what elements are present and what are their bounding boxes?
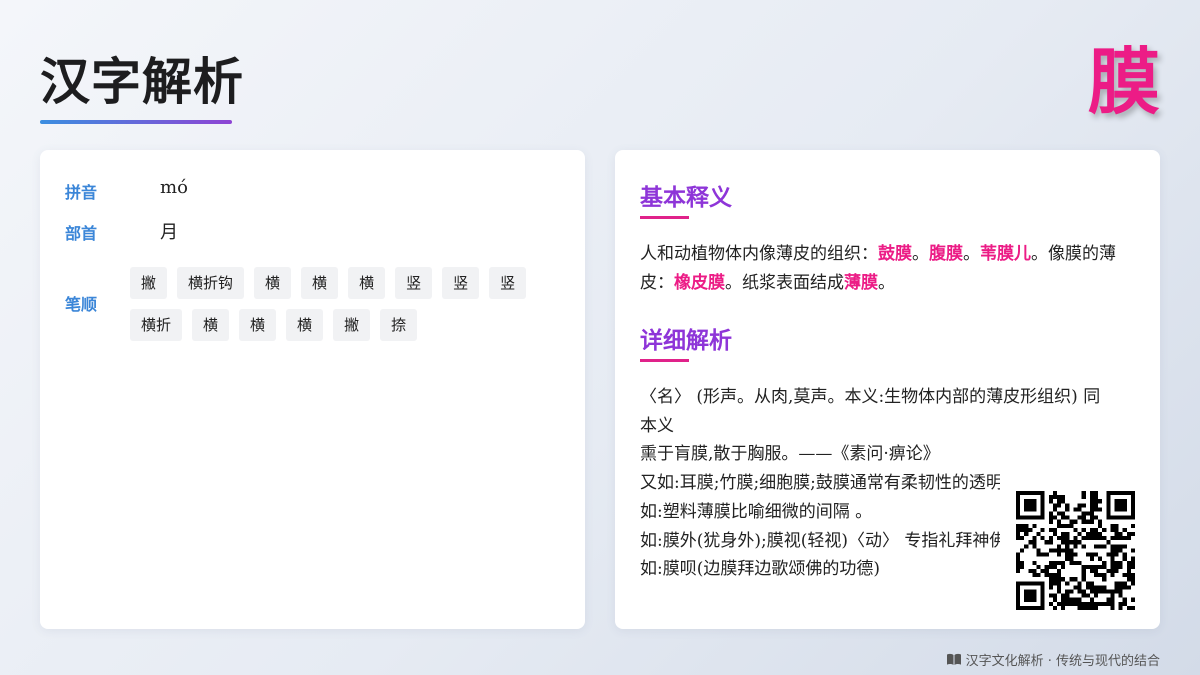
stroke-order: 撇横折钩横横横竖竖竖 横折横横横撇捺 <box>130 267 550 351</box>
stroke-chip: 横折 <box>130 309 183 341</box>
footer: 汉字文化解析 · 传统与现代的结合 <box>946 650 1160 669</box>
detail-line: 熏于肓膜,散于胸服。——《素问·痹论》 <box>640 444 940 465</box>
info-card: 拼音 mó 部首 月 笔顺 撇横折钩横横横竖竖竖 横折横横横撇捺 <box>40 150 585 629</box>
basic-meaning-text: 人和动植物体内像薄皮的组织：鼓膜。腹膜。苇膜儿。像膜的薄皮：橡皮膜。纸浆表面结成… <box>640 244 1116 293</box>
section-underline <box>640 359 689 362</box>
stroke-row: 撇横折钩横横横竖竖竖 <box>130 267 550 299</box>
basic-meaning-title: 基本释义 <box>640 184 732 211</box>
detail-title: 详细解析 <box>640 327 732 354</box>
stroke-chip: 横 <box>192 309 230 341</box>
qr-code[interactable] <box>1016 491 1135 610</box>
definition-card: 基本释义 人和动植物体内像薄皮的组织：鼓膜。腹膜。苇膜儿。像膜的薄皮：橡皮膜。纸… <box>615 150 1160 629</box>
stroke-chip: 撇 <box>333 309 371 341</box>
stroke-chip: 横 <box>286 309 324 341</box>
stroke-chip: 竖 <box>395 267 433 299</box>
stroke-row: 横折横横横撇捺 <box>130 309 550 341</box>
page-title: 汉字解析 <box>40 52 244 111</box>
stroke-chip: 横折钩 <box>177 267 245 299</box>
stroke-chip: 横 <box>301 267 339 299</box>
stroke-chip: 横 <box>348 267 386 299</box>
stroke-chip: 竖 <box>442 267 480 299</box>
footer-text: 汉字文化解析 · 传统与现代的结合 <box>965 654 1160 669</box>
stroke-chip: 捺 <box>380 309 418 341</box>
detail-line: 〈名〉 (形声。从肉,莫声。本义:生物体内部的薄皮形组织) 同 <box>640 387 1101 407</box>
stroke-chip: 横 <box>239 309 277 341</box>
radical-value: 月 <box>160 222 178 243</box>
stroke-chip: 撇 <box>130 267 168 299</box>
detail-line: 本义 <box>640 415 674 436</box>
detail-line: 又如:耳膜;竹膜;细胞膜;鼓膜通常有柔韧性的透明薄层 <box>640 473 1000 494</box>
radical-label: 部首 <box>65 224 98 243</box>
detail-line: 如:塑料薄膜比喻细微的间隔 。 <box>640 501 873 522</box>
pinyin-label: 拼音 <box>65 183 98 202</box>
section-underline <box>640 216 689 219</box>
title-underline <box>40 120 232 124</box>
featured-character: 膜 <box>1087 39 1160 124</box>
detail-line: 如:膜呗(边膜拜边歌颂佛的功德) <box>640 559 880 580</box>
detail-line: 如:膜外(犹身外);膜视(轻视)〈动〉 专指礼拜神佛,相当于拜 <box>640 530 1000 551</box>
stroke-chip: 横 <box>254 267 292 299</box>
strokes-label: 笔顺 <box>65 295 98 314</box>
book-icon <box>946 653 962 666</box>
stroke-chip: 竖 <box>489 267 527 299</box>
pinyin-value: mó <box>160 177 188 198</box>
